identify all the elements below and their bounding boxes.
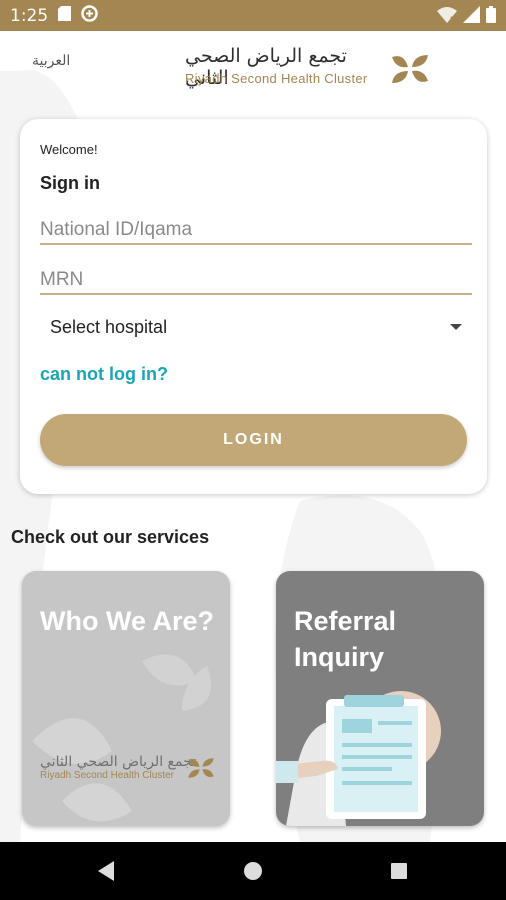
referral-inquiry-tile[interactable]: Referral Inquiry xyxy=(276,571,484,826)
who-we-are-label: Who We Are? xyxy=(40,606,214,636)
hospital-select[interactable]: Select hospital xyxy=(50,314,462,342)
national-id-placeholder: National ID/Iqama xyxy=(40,219,193,240)
login-button[interactable]: LOGIN xyxy=(40,414,467,466)
sign-in-heading: Sign in xyxy=(40,173,100,193)
login-card: Welcome! Sign in National ID/Iqama MRN S… xyxy=(20,119,487,494)
battery-icon xyxy=(486,6,496,28)
mrn-input[interactable]: MRN xyxy=(40,261,472,295)
dropdown-arrow-icon xyxy=(450,324,462,330)
tile-brand-arabic: تجمع الرياض الصحي الثاني xyxy=(40,754,197,770)
status-bar: 1:25 xyxy=(0,0,506,31)
wifi-icon xyxy=(437,6,457,28)
brand-english-name: Riyadh Second Health Cluster xyxy=(185,71,368,86)
data-saver-icon xyxy=(81,4,98,27)
cannot-login-link[interactable]: can not log in? xyxy=(40,364,168,385)
tile-logo-icon xyxy=(187,755,215,786)
back-icon[interactable] xyxy=(98,861,114,881)
recent-apps-icon[interactable] xyxy=(391,863,407,879)
who-we-are-tile[interactable]: Who We Are? تجمع الرياض الصحي الثاني Riy… xyxy=(22,571,230,826)
status-time: 1:25 xyxy=(10,5,49,26)
system-nav-bar xyxy=(0,842,506,900)
tile-brand-english: Riyadh Second Health Cluster xyxy=(40,770,174,781)
signal-icon xyxy=(463,6,480,28)
national-id-input[interactable]: National ID/Iqama xyxy=(40,211,472,245)
clipboard-illustration-icon xyxy=(276,691,441,826)
brand-header: تجمع الرياض الصحي الثاني Riyadh Second H… xyxy=(185,45,430,90)
services-heading: Check out our services xyxy=(11,527,210,547)
language-toggle[interactable]: العربية xyxy=(32,52,70,69)
welcome-text: Welcome! xyxy=(40,142,98,157)
sd-card-icon xyxy=(58,5,72,26)
cluster-logo-icon xyxy=(390,51,430,92)
home-icon[interactable] xyxy=(244,862,262,880)
hospital-select-label: Select hospital xyxy=(50,317,168,337)
mrn-placeholder: MRN xyxy=(40,269,84,290)
